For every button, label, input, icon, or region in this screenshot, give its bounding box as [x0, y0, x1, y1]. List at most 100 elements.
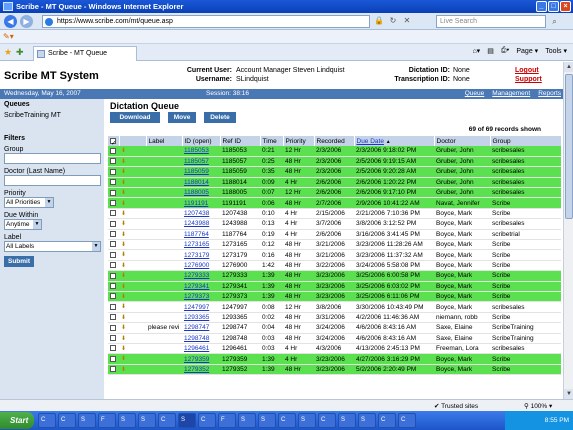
taskbar-task[interactable]: C	[378, 413, 396, 428]
download-icon[interactable]: ⬇	[121, 345, 127, 352]
download-icon[interactable]: ⬇	[121, 179, 127, 186]
row-checkbox-cell[interactable]	[108, 333, 119, 344]
lock-icon[interactable]: 🔒	[374, 16, 384, 26]
table-row[interactable]: ⬇ 1298748 1298748 0:03 48 Hr 3/24/2006 4/6/200…	[108, 333, 561, 344]
id-cell[interactable]: 1273179	[182, 249, 220, 261]
group-input[interactable]	[4, 153, 101, 164]
download-cell[interactable]: ⬇	[119, 229, 146, 241]
add-favorites-icon[interactable]: ✚	[16, 47, 24, 58]
table-row[interactable]: ⬇ 1207438 1207438 0:10 4 Hr 2/15/2006 2/21/200…	[108, 208, 561, 220]
download-icon[interactable]: ⬇	[121, 251, 127, 258]
row-checkbox[interactable]	[110, 366, 116, 373]
table-row[interactable]: ⬇ 1247997 1247997 0:08 12 Hr 3/8/2006 3/30/200…	[108, 301, 561, 313]
download-cell[interactable]: ⬇	[119, 156, 146, 168]
row-checkbox-cell[interactable]	[108, 218, 119, 230]
row-checkbox-cell[interactable]	[108, 364, 119, 376]
row-checkbox[interactable]	[110, 147, 116, 154]
taskbar-task[interactable]: C	[58, 413, 76, 428]
id-cell[interactable]: 1298748	[182, 333, 220, 344]
close-button[interactable]: ×	[560, 1, 571, 12]
download-icon[interactable]: ⬇	[121, 231, 127, 238]
logout-link[interactable]: Logout	[515, 66, 542, 75]
page-menu[interactable]: Page ▾	[516, 47, 538, 55]
row-checkbox[interactable]	[110, 324, 116, 331]
row-checkbox-cell[interactable]	[108, 270, 119, 282]
taskbar-task[interactable]: C	[318, 413, 336, 428]
id-cell[interactable]: 1279341	[182, 281, 220, 292]
table-row[interactable]: ⬇ 1279341 1279341 1:39 48 Hr 3/23/2006 3/25/20…	[108, 281, 561, 292]
download-cell[interactable]: ⬇	[119, 177, 146, 189]
row-checkbox[interactable]	[110, 231, 116, 238]
download-icon[interactable]: ⬇	[121, 355, 127, 362]
row-checkbox-cell[interactable]	[108, 239, 119, 251]
id-cell[interactable]: 1207438	[182, 208, 220, 220]
row-checkbox-cell[interactable]	[108, 177, 119, 189]
col-recorded[interactable]: Recorded	[314, 136, 355, 146]
row-checkbox-cell[interactable]	[108, 187, 119, 199]
scroll-thumb[interactable]	[565, 74, 573, 219]
print-icon[interactable]: ⎙▾	[501, 47, 510, 55]
download-icon[interactable]: ⬇	[121, 210, 127, 217]
download-icon[interactable]: ⬇	[121, 220, 127, 227]
id-cell[interactable]: 1191191	[182, 197, 220, 209]
row-checkbox[interactable]	[110, 241, 116, 248]
download-icon[interactable]: ⬇	[121, 324, 127, 331]
download-cell[interactable]: ⬇	[119, 312, 146, 324]
download-icon[interactable]: ⬇	[121, 366, 127, 373]
table-row[interactable]: ⬇ 1273179 1273179 0:16 48 Hr 3/21/2006 3/23/20…	[108, 249, 561, 261]
download-cell[interactable]: ⬇	[119, 281, 146, 292]
nav-reports[interactable]: Reports	[538, 89, 561, 99]
download-cell[interactable]: ⬇	[119, 301, 146, 313]
taskbar-task[interactable]: S	[138, 413, 156, 428]
table-row[interactable]: ⬇ 1185053 1185053 0:21 12 Hr 2/3/2006 2/3/2006…	[108, 146, 561, 157]
zoom-control[interactable]: ⚲ 100% ▾	[524, 402, 552, 410]
id-cell[interactable]: 1279352	[182, 364, 220, 376]
table-row[interactable]: ⬇ 1279373 1279373 1:39 48 Hr 3/23/2006 3/25/20…	[108, 291, 561, 303]
select-all-header[interactable]: ✓	[108, 136, 120, 146]
taskbar-task[interactable]: C	[198, 413, 216, 428]
submit-button[interactable]: Submit	[4, 256, 34, 267]
toolbar-icon[interactable]: ✎▾	[3, 32, 19, 42]
row-checkbox[interactable]	[110, 335, 116, 341]
nav-management[interactable]: Management	[492, 89, 530, 99]
row-checkbox-cell[interactable]	[108, 249, 119, 261]
search-input[interactable]: Live Search	[436, 15, 546, 28]
queue-item[interactable]: ScribeTraining MT	[4, 112, 61, 119]
id-cell[interactable]: 1188005	[182, 187, 220, 199]
download-button[interactable]: Download	[110, 112, 160, 123]
page-scrollbar[interactable]: ▲ ▼	[563, 62, 573, 399]
row-checkbox-cell[interactable]	[108, 291, 119, 303]
tools-menu[interactable]: Tools ▾	[545, 47, 567, 55]
download-icon[interactable]: ⬇	[121, 293, 127, 300]
row-checkbox-cell[interactable]	[108, 156, 119, 168]
address-input[interactable]: https://www.scribe.com/mt/queue.asp	[42, 15, 370, 28]
id-cell[interactable]: 1185057	[182, 156, 220, 168]
table-row[interactable]: ⬇ please revi 1298747 1298747 0:04 48 Hr 3/24/…	[108, 322, 561, 334]
id-cell[interactable]: 1243988	[182, 218, 220, 230]
id-cell[interactable]: 1185059	[182, 166, 220, 178]
id-cell[interactable]: 1296461	[182, 343, 220, 355]
row-checkbox[interactable]	[110, 220, 116, 227]
row-checkbox-cell[interactable]	[108, 166, 119, 178]
taskbar-task[interactable]: S	[238, 413, 256, 428]
due-within-select[interactable]: Anytime ▼	[4, 219, 42, 230]
id-cell[interactable]: 1293365	[182, 312, 220, 324]
download-icon[interactable]: ⬇	[121, 283, 127, 290]
row-checkbox[interactable]	[110, 189, 116, 196]
priority-select[interactable]: All Priorities ▼	[4, 197, 54, 208]
download-cell[interactable]: ⬇	[119, 166, 146, 178]
row-checkbox[interactable]	[110, 210, 116, 217]
table-row[interactable]: ⬇ 1293365 1293365 0:02 48 Hr 3/31/2006 4/2/200…	[108, 312, 561, 324]
id-cell[interactable]: 1276900	[182, 260, 220, 272]
taskbar-task[interactable]: C	[158, 413, 176, 428]
id-cell[interactable]: 1185053	[182, 146, 220, 157]
table-row[interactable]: ⬇ 1296461 1296461 0:03 4 Hr 4/3/2006 4/13/2006…	[108, 343, 561, 355]
col-ref-id[interactable]: Ref ID	[220, 136, 261, 146]
table-row[interactable]: ⬇ 1243988 1243988 0:13 4 Hr 3/7/2006 3/8/2006 …	[108, 218, 561, 230]
feeds-icon[interactable]: ▤	[487, 47, 494, 55]
table-row[interactable]: ⬇ 1279352 1279352 1:39 48 Hr 3/23/2006 5/2/200…	[108, 364, 561, 376]
delete-button[interactable]: Delete	[204, 112, 236, 123]
download-icon[interactable]: ⬇	[121, 158, 127, 165]
home-icon[interactable]: ⌂▾	[472, 47, 480, 55]
id-cell[interactable]: 1188014	[182, 177, 220, 189]
